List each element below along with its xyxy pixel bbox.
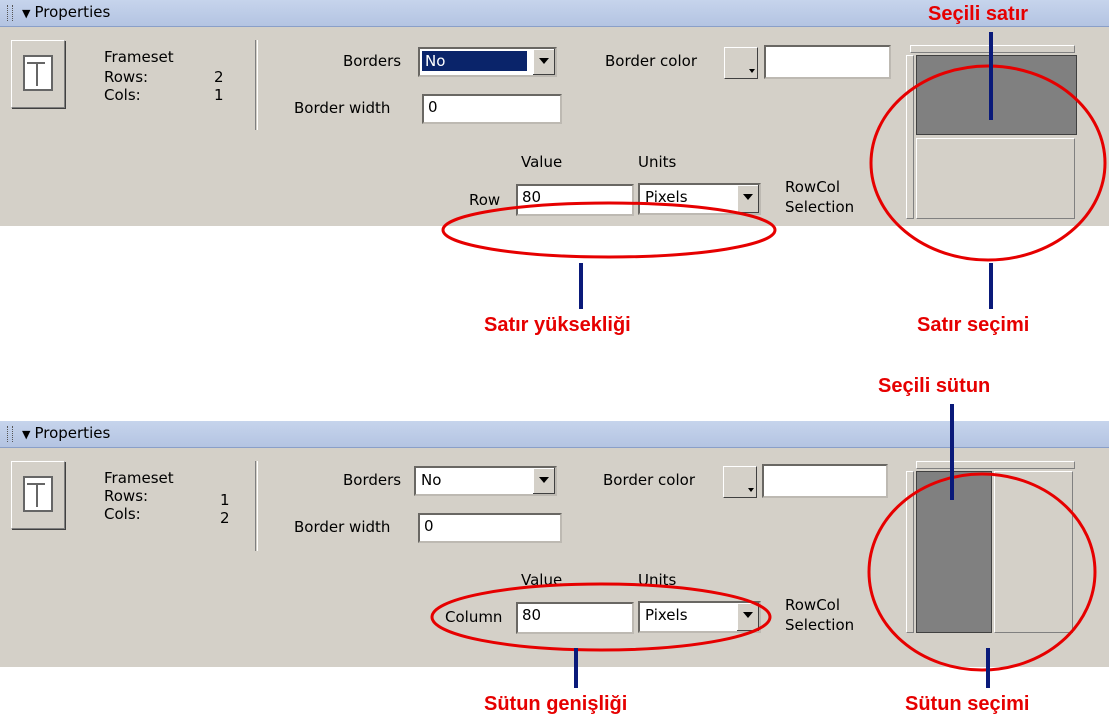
column-selection-pointer [986,648,990,688]
row-height-callout: Satır yüksekliği [484,314,631,336]
column-width-pointer [574,648,578,688]
column-selection-callout: Sütun seçimi [905,693,1030,715]
row-selection-ellipse [869,64,1107,262]
column-width-ellipse [430,582,772,652]
row-height-ellipse [441,201,777,259]
column-width-callout: Sütun genişliği [484,693,628,715]
row-height-pointer [579,263,583,309]
selected-column-callout: Seçili sütun [878,375,991,397]
selected-row-pointer [989,32,993,120]
row-selection-callout: Satır seçimi [917,314,1030,336]
column-selection-ellipse [867,472,1097,672]
selected-row-callout: Seçili satır [928,3,1029,25]
row-selection-pointer [989,263,993,309]
selected-column-pointer [950,404,954,500]
annotation-overlay [430,64,1107,672]
